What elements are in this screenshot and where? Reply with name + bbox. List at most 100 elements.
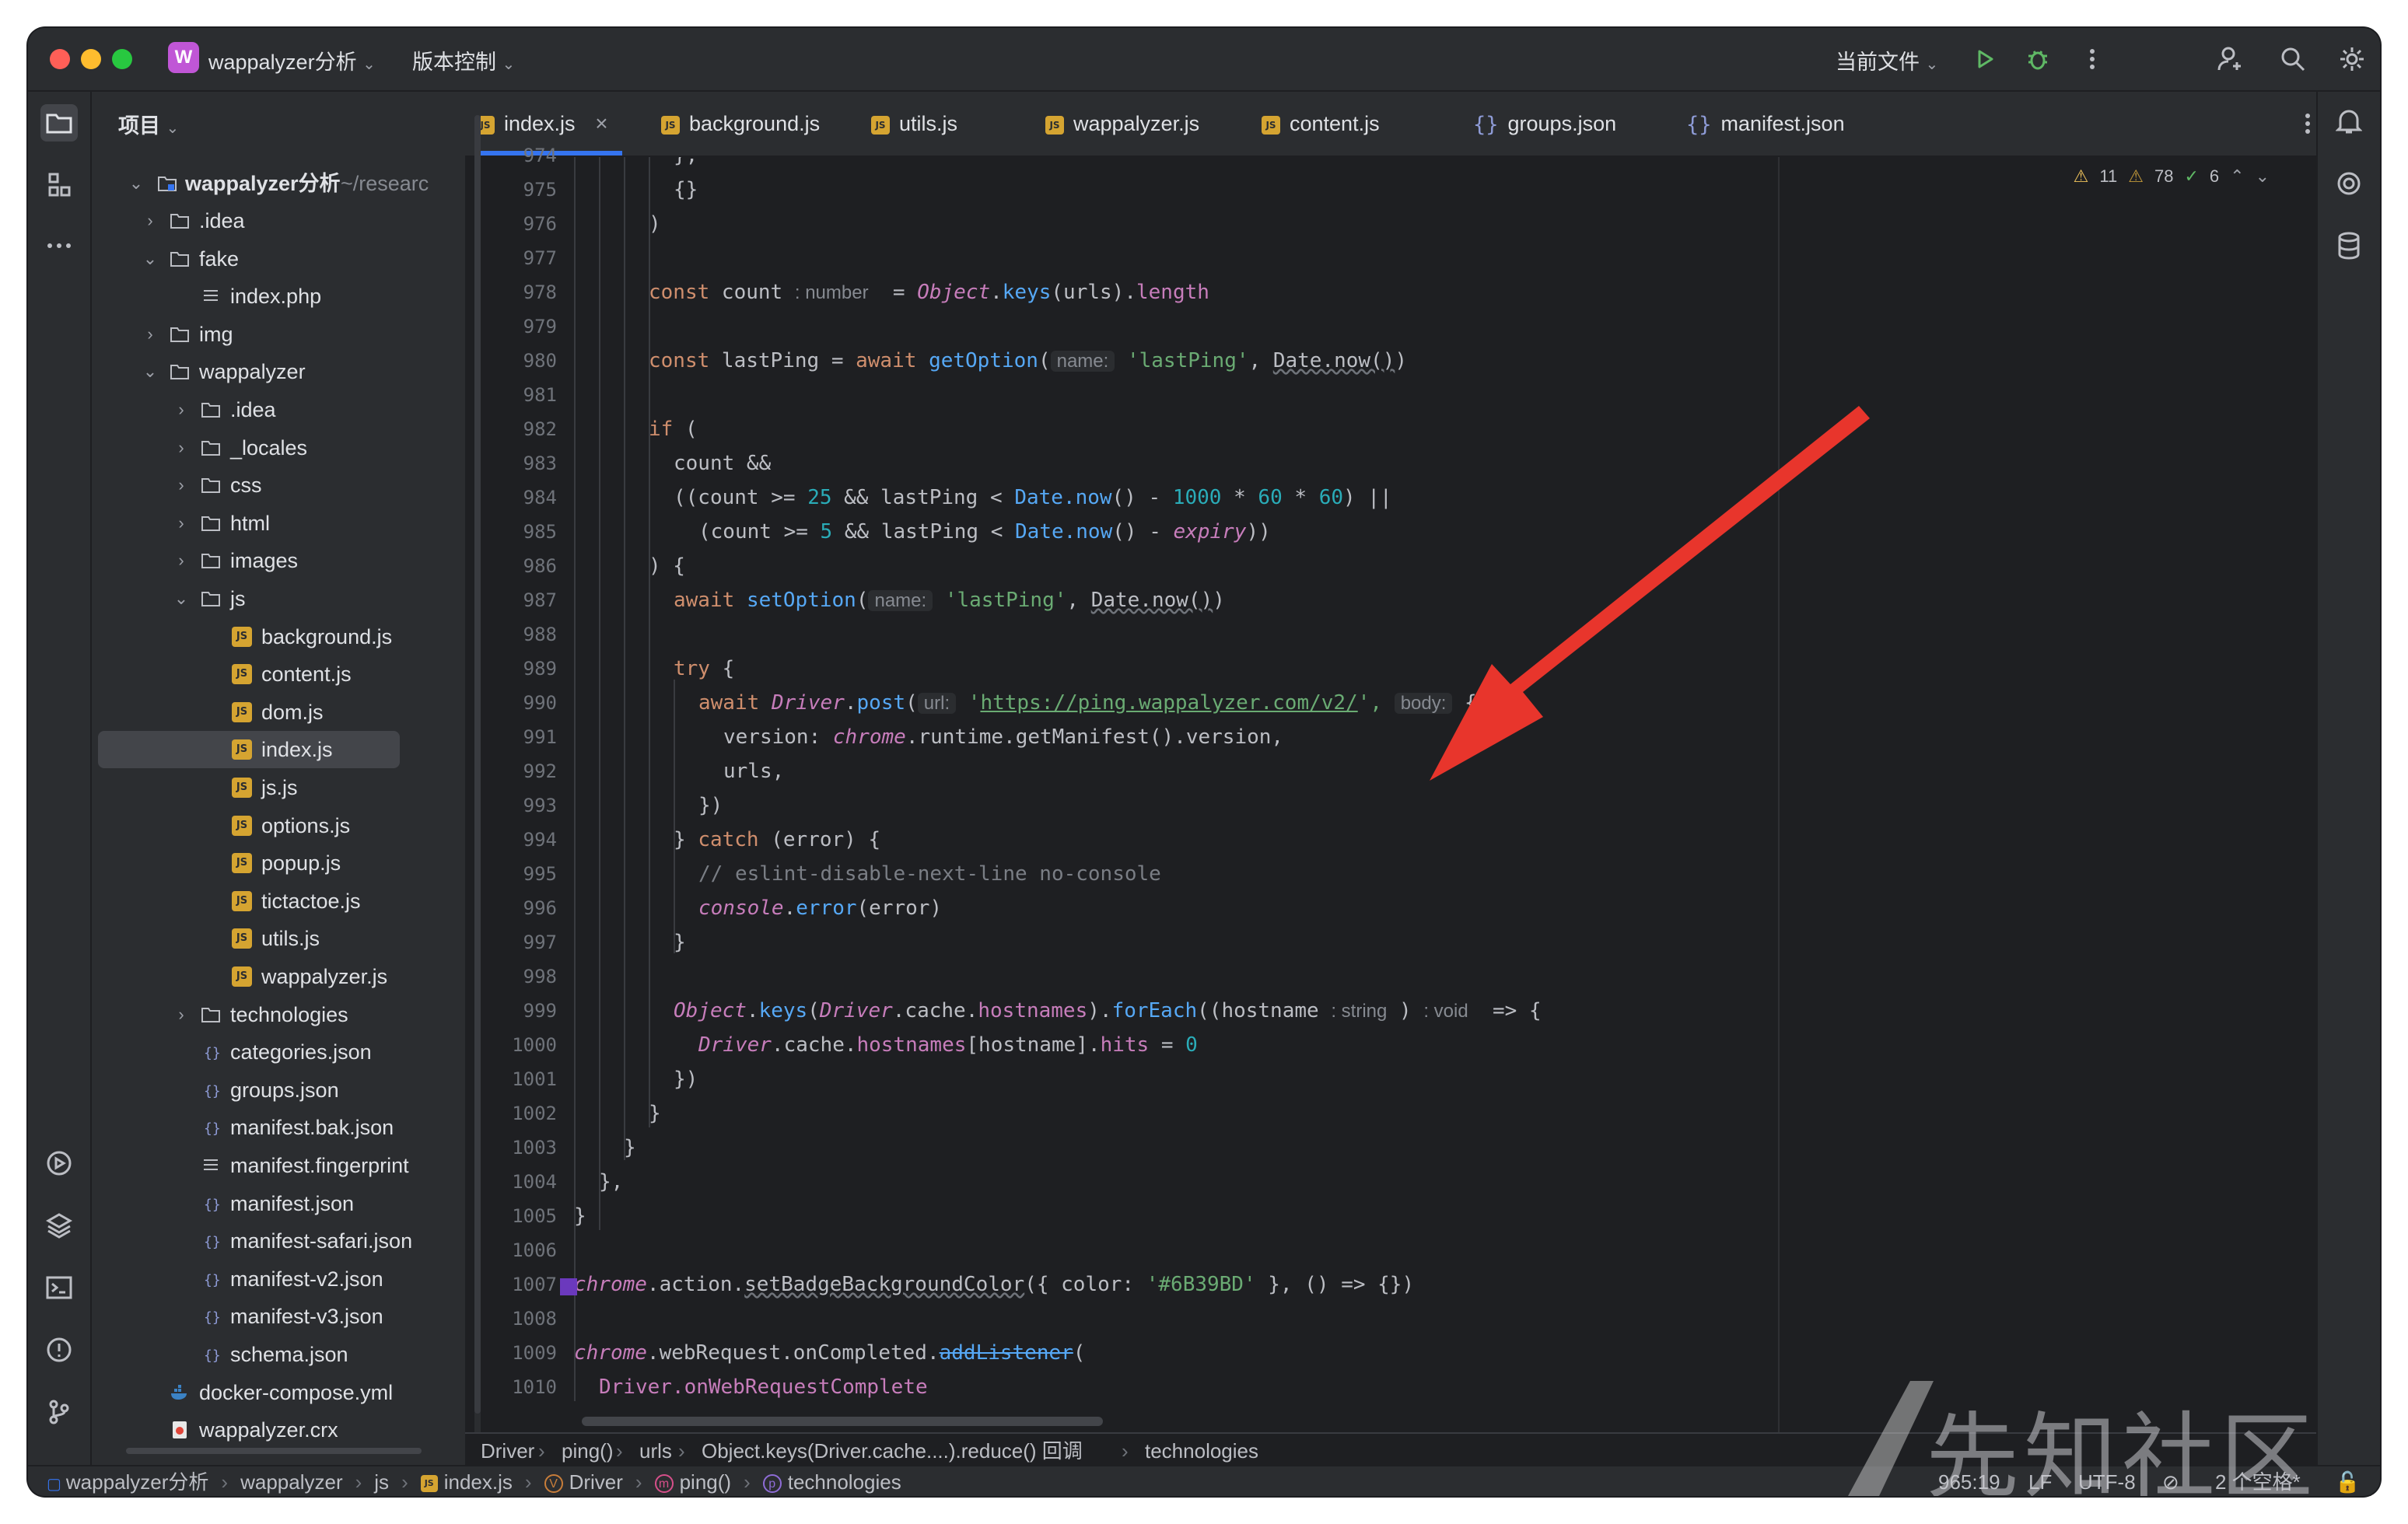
tree-file[interactable]: JS options.js	[92, 807, 465, 844]
tree-file[interactable]: JS dom.js	[92, 694, 465, 731]
tree-folder[interactable]: ⌄ js	[92, 580, 465, 617]
status-path-item[interactable]: m ping()	[654, 1470, 731, 1494]
tree-file[interactable]: {} manifest.bak.json	[92, 1109, 465, 1146]
chevron-right-icon[interactable]: ›	[170, 542, 193, 579]
chevron-right-icon[interactable]: ›	[138, 316, 162, 353]
services-tool-button[interactable]	[40, 1145, 78, 1182]
zoom-window-button[interactable]	[112, 49, 132, 69]
status-path-label: js	[374, 1470, 390, 1494]
tree-file[interactable]: docker-compose.yml	[92, 1374, 465, 1411]
chevron-right-icon[interactable]: ›	[170, 429, 193, 467]
tree-file[interactable]: JS tictactoe.js	[92, 883, 465, 920]
search-everywhere-button[interactable]	[2276, 42, 2310, 76]
tree-folder[interactable]: ⌄ wappalyzer	[92, 353, 465, 390]
tree-horizontal-scrollbar[interactable]	[126, 1448, 422, 1454]
svg-text:{}: {}	[204, 1347, 221, 1364]
database-button[interactable]	[2330, 227, 2368, 264]
breadcrumb-item[interactable]: urls	[639, 1434, 672, 1468]
terminal-tool-button[interactable]	[40, 1269, 78, 1306]
status-path-item[interactable]: JS index.js	[420, 1470, 513, 1494]
problems-tool-button[interactable]	[40, 1331, 78, 1368]
tree-file[interactable]: JS wappalyzer.js	[92, 958, 465, 995]
breadcrumb-item[interactable]: Driver	[481, 1434, 534, 1468]
tree-file[interactable]: JS utils.js	[92, 920, 465, 957]
chevron-right-icon[interactable]: ›	[170, 391, 193, 428]
tree-folder[interactable]: › .idea	[92, 202, 465, 239]
code-with-me-button[interactable]	[2214, 42, 2248, 76]
status-path-item[interactable]: p technologies	[762, 1470, 901, 1494]
tab-background-js[interactable]: JS background.js	[661, 92, 820, 156]
color-swatch[interactable]	[560, 1278, 577, 1295]
debug-button[interactable]	[2021, 42, 2055, 76]
chevron-down-icon[interactable]: ⌄	[138, 240, 162, 278]
tree-file[interactable]: {} categories.json	[92, 1033, 465, 1071]
tree-file[interactable]: wappalyzer.crx	[92, 1411, 465, 1449]
tab-utils-js[interactable]: JS utils.js	[871, 92, 957, 156]
tree-file[interactable]: {} manifest-safari.json	[92, 1222, 465, 1260]
chevron-right-icon[interactable]: ›	[170, 996, 193, 1033]
settings-button[interactable]	[2335, 42, 2369, 76]
tree-folder[interactable]: › images	[92, 542, 465, 579]
project-switcher[interactable]: wappalyzer分析 ⌄	[208, 45, 376, 75]
tree-file[interactable]: {} schema.json	[92, 1336, 465, 1373]
js-file-icon: JS	[232, 778, 252, 798]
project-badge[interactable]: W	[168, 42, 199, 73]
tree-folder[interactable]: › html	[92, 505, 465, 542]
chevron-down-icon[interactable]: ⌄	[2256, 166, 2270, 187]
tree-file[interactable]: JS index.js	[98, 731, 400, 769]
tree-file[interactable]: {} manifest-v2.json	[92, 1260, 465, 1298]
tree-folder[interactable]: › .idea	[92, 391, 465, 428]
tree-file[interactable]: JS popup.js	[92, 844, 465, 882]
git-tool-button[interactable]	[40, 1393, 78, 1431]
chevron-down-icon[interactable]: ⌄	[170, 580, 193, 617]
tab-wappalyzer-js[interactable]: JS wappalyzer.js	[1045, 92, 1199, 156]
layers-tool-button[interactable]	[40, 1207, 78, 1244]
ai-assistant-button[interactable]	[2330, 165, 2368, 202]
tree-file[interactable]: {} groups.json	[92, 1071, 465, 1109]
breadcrumb-item[interactable]: ping()	[562, 1434, 613, 1468]
notifications-button[interactable]	[2330, 103, 2368, 140]
tree-file[interactable]: index.php	[92, 278, 465, 315]
tree-file[interactable]: JS js.js	[92, 769, 465, 806]
tab-groups-json[interactable]: {} groups.json	[1473, 92, 1616, 156]
editor-horizontal-scrollbar[interactable]	[582, 1417, 1103, 1426]
run-button[interactable]	[1968, 42, 2002, 76]
breadcrumb-item[interactable]: technologies	[1145, 1434, 1258, 1468]
tree-file[interactable]: {} manifest.json	[92, 1185, 465, 1222]
close-tab-icon[interactable]: ×	[595, 92, 607, 156]
more-actions-button[interactable]	[2075, 42, 2109, 76]
minimize-window-button[interactable]	[81, 49, 101, 69]
project-panel-title[interactable]: 项目 ⌄	[118, 109, 179, 139]
vcs-menu[interactable]: 版本控制 ⌄	[412, 45, 515, 75]
module-folder-icon	[158, 177, 177, 191]
tree-file[interactable]: manifest.fingerprint	[92, 1147, 465, 1184]
tree-file[interactable]: {} manifest-v3.json	[92, 1298, 465, 1335]
chevron-right-icon[interactable]: ›	[170, 467, 193, 504]
tree-folder[interactable]: ⌄ fake	[92, 240, 465, 278]
chevron-down-icon[interactable]: ⌄	[138, 353, 162, 390]
url-link[interactable]: https://ping.wappalyzer.com/v2/	[980, 691, 1357, 715]
run-config-selector[interactable]: 当前文件 ⌄	[1836, 45, 1938, 75]
chevron-right-icon[interactable]: ›	[170, 505, 193, 542]
tree-file[interactable]: JS content.js	[92, 655, 465, 693]
status-path-item[interactable]: js	[374, 1470, 389, 1494]
status-path-item[interactable]: wappalyzer	[240, 1470, 343, 1494]
tab-actions-button[interactable]	[2304, 112, 2312, 139]
status-path-item[interactable]: V Driver	[544, 1470, 623, 1494]
project-tool-button[interactable]	[40, 104, 78, 142]
tree-file[interactable]: JS background.js	[92, 618, 465, 655]
tree-folder[interactable]: › _locales	[92, 429, 465, 467]
chevron-right-icon[interactable]: ›	[138, 202, 162, 239]
more-tools-button[interactable]	[40, 227, 78, 264]
tree-root[interactable]: ⌄ wappalyzer分析 ~/researc	[92, 165, 465, 202]
breadcrumb-item[interactable]: Object.keys(Driver.cache....).reduce() 回…	[702, 1434, 1083, 1468]
status-path-item[interactable]: ▢ wappalyzer分析	[47, 1470, 208, 1494]
tree-folder[interactable]: › css	[92, 467, 465, 504]
structure-tool-button[interactable]	[40, 166, 78, 204]
tree-item-label: tictactoe.js	[261, 889, 361, 913]
tab-content-js[interactable]: JS content.js	[1262, 92, 1380, 156]
close-window-button[interactable]	[50, 49, 70, 69]
tab-manifest-json[interactable]: {} manifest.json	[1686, 92, 1845, 156]
tree-folder[interactable]: › img	[92, 316, 465, 353]
tree-folder[interactable]: › technologies	[92, 996, 465, 1033]
